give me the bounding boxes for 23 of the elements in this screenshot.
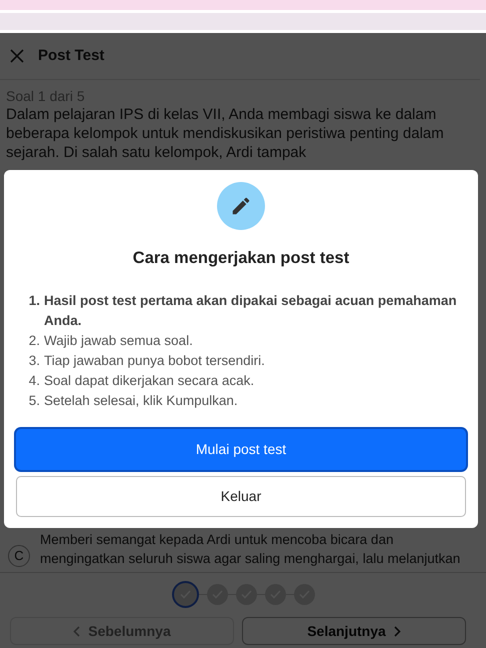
next-button[interactable]: Selanjutnya [242, 617, 466, 645]
pencil-icon [217, 182, 265, 230]
dialog-title: Cara mengerjakan post test [132, 248, 350, 269]
instruction-text: Wajib jawab semua soal. [44, 332, 193, 350]
step-indicator[interactable] [172, 581, 198, 608]
instruction-text: Soal dapat dikerjakan secara acak. [44, 372, 254, 390]
exit-button[interactable]: Keluar [16, 476, 466, 517]
option-letter[interactable]: C [8, 545, 30, 567]
list-number: 1. [28, 292, 40, 310]
option-text[interactable]: Memberi semangat kepada Ardi untuk mencoba bicara dan mengingatkan seluruh siswa agar saling menghargai, lalu melanjutkan [40, 530, 478, 568]
instruction-text: Setelah selesai, klik Kumpulkan. [44, 392, 238, 410]
list-number: 2. [28, 332, 40, 350]
chevron-right-icon [394, 626, 401, 636]
list-number: 4. [28, 372, 40, 390]
list-number: 3. [28, 352, 40, 370]
question-text: Dalam pelajaran IPS di kelas VII, Anda membagi siswa ke dalam beberapa kelompok untuk mendiskusikan peristiwa penting dalam sejarah. Di salah satu kelompok, Ardi tampak [6, 105, 445, 162]
instruction-text: Hasil post test pertama akan dipakai sebagai acuan pemahaman Anda. [44, 292, 458, 330]
close-icon[interactable] [10, 49, 24, 63]
page-title: Post Test [38, 46, 104, 66]
start-button[interactable]: Mulai post test [16, 428, 466, 470]
list-number: 5. [28, 392, 40, 410]
instruction-text: Tiap jawaban punya bobot tersendiri. [44, 352, 265, 370]
chevron-left-icon [73, 626, 80, 636]
